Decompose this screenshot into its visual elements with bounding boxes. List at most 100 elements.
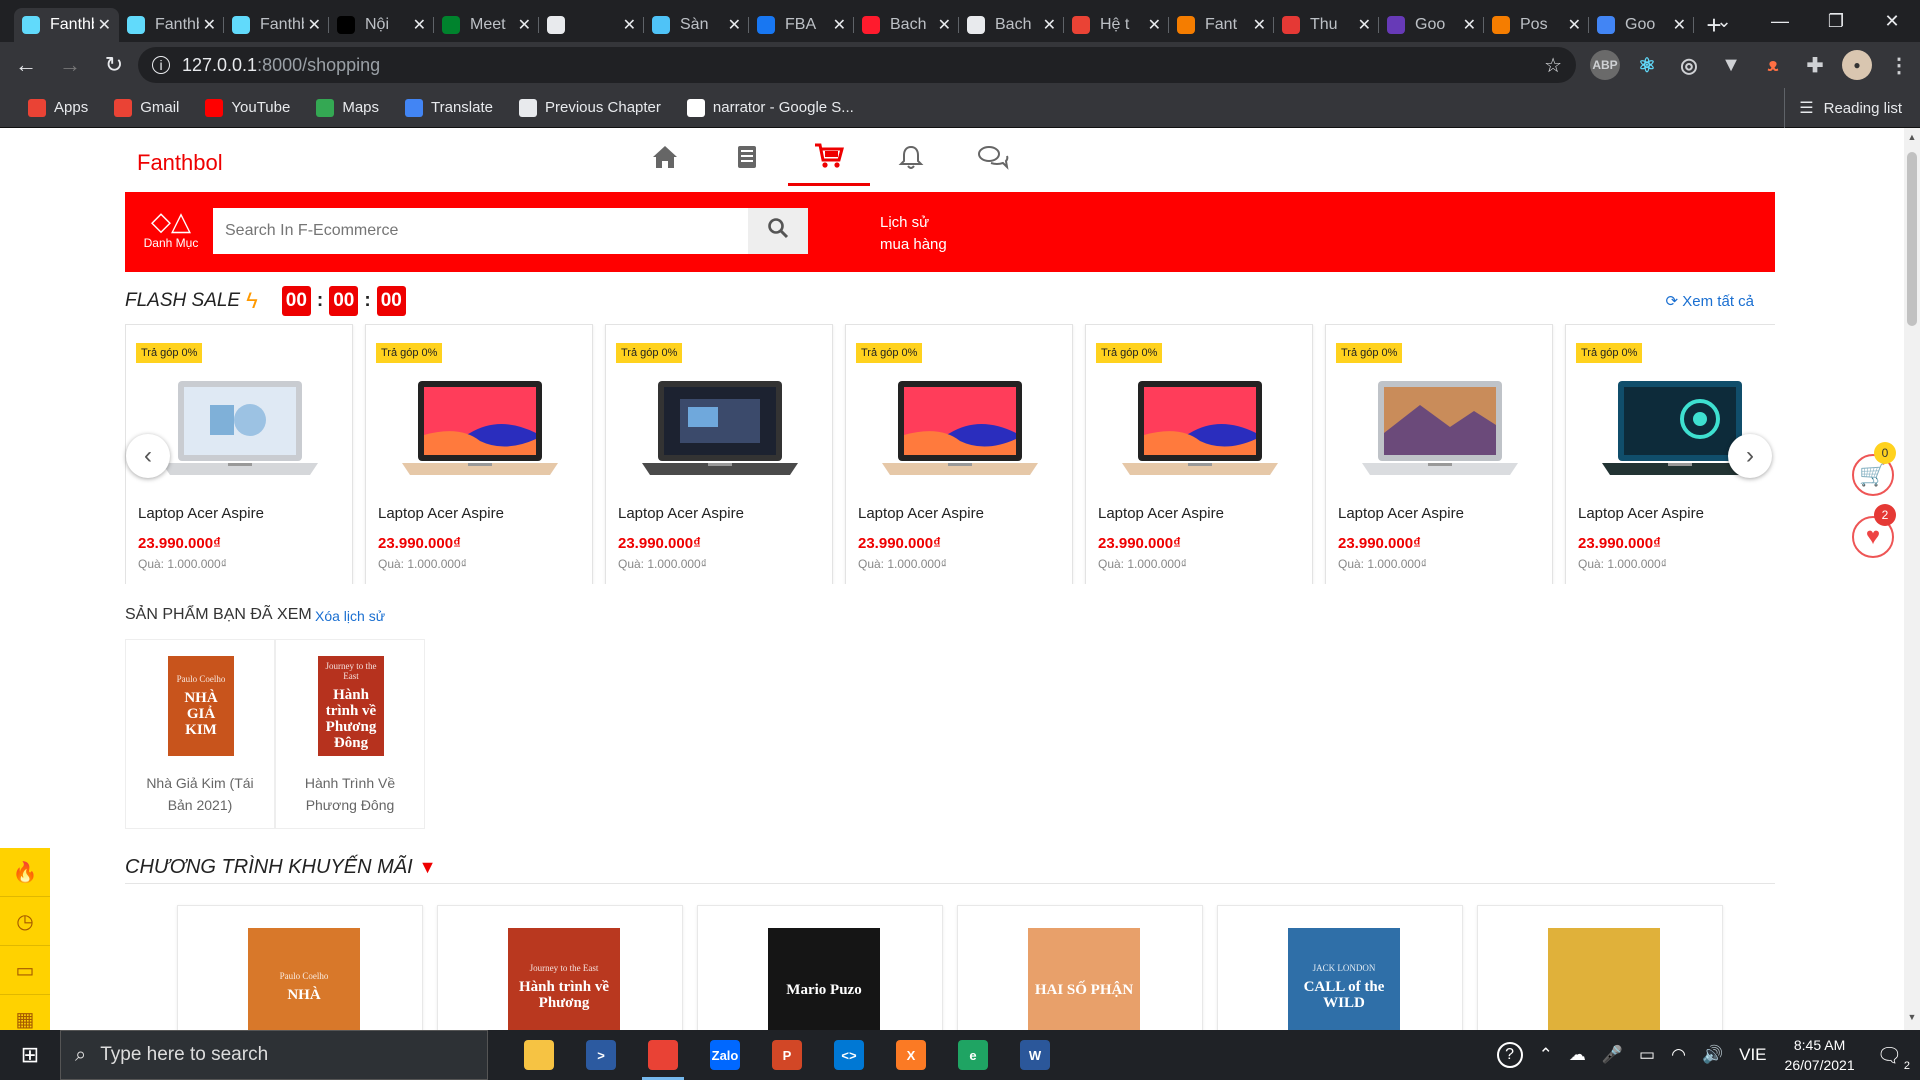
sidebar-item-categories[interactable]: ▦ [0,995,50,1031]
tab-close-icon[interactable]: ✕ [728,15,741,35]
tab-close-icon[interactable]: ✕ [413,15,426,35]
tab-close-icon[interactable]: ✕ [1043,15,1056,35]
bookmark-item[interactable]: Apps [18,93,98,123]
browser-tab[interactable]: Hệ t ✕ [1064,8,1169,42]
reading-list-button[interactable]: ☰ Reading list [1784,88,1902,128]
browser-tab[interactable]: Nội ✕ [329,8,434,42]
taskbar-app-powerpoint[interactable]: P [756,1030,818,1080]
nav-home[interactable] [624,128,706,186]
forward-icon[interactable]: → [52,47,88,83]
browser-tab[interactable]: Goo ✕ [1379,8,1484,42]
product-card[interactable]: Trả góp 0% Laptop Acer Aspire 23.990.000₫ Q… [1085,324,1313,584]
bookmark-item[interactable]: Maps [306,93,389,123]
browser-tab[interactable]: Bach ✕ [854,8,959,42]
product-card[interactable]: Trả góp 0% Laptop Acer Aspire 23.990.000₫ Q… [845,324,1073,584]
target-icon[interactable]: ◎ [1674,50,1704,80]
profile-avatar[interactable]: ● [1842,50,1872,80]
bookmark-star-icon[interactable]: ☆ [1544,53,1562,78]
scrollbar-thumb[interactable] [1907,152,1917,326]
see-all-link[interactable]: ⟳ Xem tất cả [1666,292,1754,310]
search-input[interactable] [213,208,748,254]
purchase-history-link[interactable]: Lịch sử mua hàng [880,212,947,256]
browser-menu-icon[interactable]: ⋮ [1884,50,1914,80]
sidebar-item-recent[interactable]: ◷ [0,897,50,946]
taskbar-search[interactable]: ⌕ Type here to search [60,1030,488,1080]
microphone-icon[interactable]: 🎤 [1602,1045,1623,1065]
product-card[interactable]: Trả góp 0% Laptop Acer Aspire 23.990.000₫ Q… [1325,324,1553,584]
browser-tab[interactable]: Fant ✕ [1169,8,1274,42]
page-scrollbar[interactable]: ▲ ▼ [1904,128,1920,1030]
clear-history-link[interactable]: Xóa lịch sử [315,608,385,624]
extensions-puzzle-icon[interactable]: ✚ [1800,50,1830,80]
promotion-card[interactable]: JACK LONDON CALL of the WILD [1217,905,1463,1030]
promotion-card[interactable]: Journey to the East Hành trình về Phương [437,905,683,1030]
volume-icon[interactable]: 🔊 [1702,1045,1723,1065]
category-menu-button[interactable]: ◇△ Danh Mục [137,206,205,250]
nav-notifications[interactable] [870,128,952,186]
tab-close-icon[interactable]: ✕ [308,15,321,35]
carousel-next-button[interactable]: › [1728,434,1772,478]
reload-icon[interactable]: ↻ [96,47,132,83]
minimize-button[interactable]: — [1752,11,1808,32]
tab-close-icon[interactable]: ✕ [1148,15,1161,35]
start-button[interactable]: ⊞ [0,1030,60,1080]
browser-tab[interactable]: Sàn ✕ [644,8,749,42]
tab-close-icon[interactable]: ✕ [518,15,531,35]
browser-tab[interactable]: FBA ✕ [749,8,854,42]
browser-tab[interactable]: Fanthbol✕ [14,8,119,42]
taskbar-app-xampp[interactable]: X [880,1030,942,1080]
onedrive-icon[interactable]: ☁ [1569,1045,1586,1065]
bookmark-item[interactable]: Previous Chapter [509,93,671,123]
tab-close-icon[interactable]: ✕ [1568,15,1581,35]
tab-close-icon[interactable]: ✕ [203,15,216,35]
tab-close-icon[interactable]: ✕ [1358,15,1371,35]
tab-close-icon[interactable]: ✕ [833,15,846,35]
clock[interactable]: 8:45 AM 26/07/2021 [1785,1035,1855,1075]
nav-shopping[interactable] [788,128,870,186]
react-devtools-icon[interactable]: ⚛ [1632,50,1662,80]
sidebar-item-store[interactable]: ▭ [0,946,50,995]
browser-tab[interactable]: Goo ✕ [1589,8,1694,42]
close-window-button[interactable]: ✕ [1864,11,1920,32]
bookmark-item[interactable]: YouTube [195,93,300,123]
taskbar-app-powershell[interactable]: > [570,1030,632,1080]
wifi-icon[interactable]: ◠ [1671,1045,1686,1065]
tab-close-icon[interactable]: ✕ [1673,15,1686,35]
bookmark-item[interactable]: narrator - Google S... [677,93,864,123]
promotion-card[interactable]: Paulo Coelho NHÀ [177,905,423,1030]
tab-close-icon[interactable]: ✕ [623,15,636,35]
scroll-up-arrow[interactable]: ▲ [1904,132,1920,148]
floating-cart-button[interactable]: 🛒 0 [1852,442,1896,496]
product-card[interactable]: Trả góp 0% Laptop Acer Aspire 23.990.000₫ Q… [605,324,833,584]
site-logo[interactable]: Fanthbol [137,150,223,176]
taskbar-app-chrome[interactable] [632,1030,694,1080]
language-indicator[interactable]: VIE [1739,1045,1766,1065]
bookmark-item[interactable]: Translate [395,93,503,123]
browser-tab[interactable]: Thu ✕ [1274,8,1379,42]
viewed-product-card[interactable]: Paulo Coelho NHÀ GIẢ KIM Nhà Giả Kim (Tái … [125,639,275,829]
floating-wishlist-button[interactable]: ♥ 2 [1852,504,1896,558]
sidebar-item-hot[interactable]: 🔥 [0,848,50,897]
adblock-icon[interactable]: ABP [1590,50,1620,80]
browser-tab[interactable]: Bach ✕ [959,8,1064,42]
browser-tab[interactable]: Fanthbol✕ [224,8,329,42]
promotion-card[interactable]: Mario Puzo [697,905,943,1030]
taskbar-app-vscode[interactable]: <> [818,1030,880,1080]
address-bar[interactable]: i 127.0.0.1:8000/shopping ☆ [138,47,1576,83]
nav-book[interactable] [706,128,788,186]
browser-tab[interactable]: ✕ [539,8,644,42]
viewed-product-card[interactable]: Journey to the East Hành trình về Phương … [275,639,425,829]
search-button[interactable] [748,208,808,254]
product-card[interactable]: Trả góp 0% Laptop Acer Aspire 23.990.000₫ Q… [365,324,593,584]
tab-close-icon[interactable]: ✕ [1253,15,1266,35]
promotion-card[interactable]: HAI SỐ PHẬN [957,905,1203,1030]
battery-icon[interactable]: ▭ [1639,1045,1655,1065]
browser-tab[interactable]: Fanthbol✕ [119,8,224,42]
taskbar-app-file-explorer[interactable] [508,1030,570,1080]
info-icon[interactable]: i [152,56,170,74]
scroll-down-arrow[interactable]: ▼ [1904,1012,1920,1028]
tray-chevron-icon[interactable]: ⌃ [1539,1045,1553,1065]
owl-extension-icon[interactable]: ᴥ [1758,50,1788,80]
nav-chat[interactable] [952,128,1034,186]
carousel-prev-button[interactable]: ‹ [126,434,170,478]
